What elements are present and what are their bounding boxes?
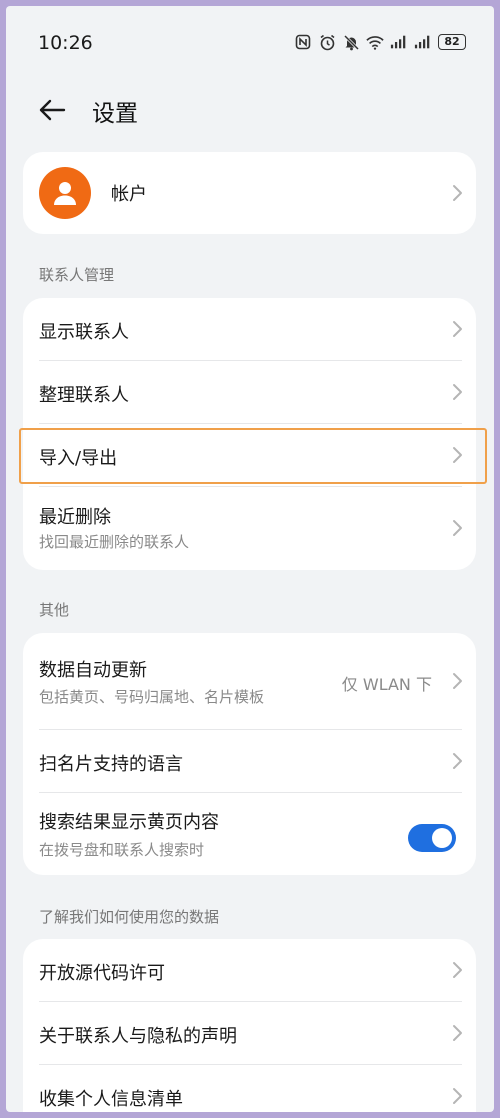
row-title: 显示联系人: [39, 322, 129, 343]
chevron-right-icon: [453, 185, 462, 201]
row-title: 导入/导出: [39, 448, 118, 469]
avatar: [39, 167, 91, 219]
settings-screen: 10:26 82 设置 帐户 联系人管理 显示联系人 整理联系人 导入/导出 最…: [6, 6, 494, 1112]
chevron-right-icon: [453, 384, 462, 400]
nfc-icon: [294, 33, 312, 51]
chevron-right-icon: [453, 753, 462, 769]
row-subtitle: 在拨号盘和联系人搜索时: [39, 841, 205, 859]
row-subtitle: 找回最近删除的联系人: [39, 533, 190, 551]
row-title: 扫名片支持的语言: [39, 754, 183, 775]
chevron-right-icon: [453, 520, 462, 536]
contacts-management-card: 显示联系人 整理联系人 导入/导出 最近删除 找回最近删除的联系人: [23, 298, 476, 570]
chevron-right-icon: [453, 1088, 462, 1104]
chevron-right-icon: [453, 962, 462, 978]
section-label-contacts-management: 联系人管理: [39, 266, 115, 284]
battery-icon: 82: [438, 34, 466, 50]
row-show-yellow-pages: 搜索结果显示黄页内容 在拨号盘和联系人搜索时: [23, 793, 476, 875]
row-organize-contacts[interactable]: 整理联系人: [23, 361, 476, 423]
row-title: 数据自动更新: [39, 660, 147, 681]
person-icon: [54, 182, 76, 205]
signal-icon: [390, 33, 408, 51]
chevron-right-icon: [453, 447, 462, 463]
row-subtitle: 包括黄页、号码归属地、名片模板: [39, 688, 265, 706]
header: 设置: [6, 82, 494, 138]
row-personal-info-list[interactable]: 收集个人信息清单: [23, 1065, 476, 1112]
row-title: 收集个人信息清单: [39, 1089, 183, 1110]
row-privacy-statement[interactable]: 关于联系人与隐私的声明: [23, 1002, 476, 1064]
back-button[interactable]: [36, 94, 68, 126]
mute-icon: [342, 33, 360, 51]
section-label-others: 其他: [39, 601, 70, 619]
chevron-right-icon: [453, 321, 462, 337]
row-title: 开放源代码许可: [39, 963, 165, 984]
account-card[interactable]: 帐户: [23, 152, 476, 234]
row-title: 整理联系人: [39, 385, 129, 406]
signal-icon: [414, 33, 432, 51]
row-title: 搜索结果显示黄页内容: [39, 812, 219, 833]
chevron-right-icon: [453, 1025, 462, 1041]
row-title: 最近删除: [39, 507, 111, 528]
row-import-export[interactable]: 导入/导出: [23, 424, 476, 486]
toggle-knob: [432, 828, 452, 848]
row-display-contacts[interactable]: 显示联系人: [23, 298, 476, 360]
yellow-pages-toggle[interactable]: [408, 824, 456, 852]
row-card-scan-languages[interactable]: 扫名片支持的语言: [23, 730, 476, 792]
row-auto-update-data[interactable]: 数据自动更新 包括黄页、号码归属地、名片模板 仅 WLAN 下: [23, 633, 476, 729]
row-value: 仅 WLAN 下: [341, 675, 432, 694]
arrow-left-icon: [39, 99, 66, 121]
section-label-data-usage: 了解我们如何使用您的数据: [39, 908, 220, 926]
status-icons: 82: [294, 33, 466, 51]
alarm-icon: [318, 33, 336, 51]
row-open-source-license[interactable]: 开放源代码许可: [23, 939, 476, 1001]
status-bar: 10:26 82: [6, 6, 494, 82]
data-usage-card: 开放源代码许可 关于联系人与隐私的声明 收集个人信息清单: [23, 939, 476, 1112]
status-time: 10:26: [38, 32, 93, 54]
row-title: 关于联系人与隐私的声明: [39, 1026, 237, 1047]
page-title: 设置: [92, 101, 138, 127]
chevron-right-icon: [453, 673, 462, 689]
others-card: 数据自动更新 包括黄页、号码归属地、名片模板 仅 WLAN 下 扫名片支持的语言…: [23, 633, 476, 875]
row-recently-deleted[interactable]: 最近删除 找回最近删除的联系人: [23, 487, 476, 570]
wifi-icon: [366, 33, 384, 51]
account-label: 帐户: [111, 184, 147, 205]
